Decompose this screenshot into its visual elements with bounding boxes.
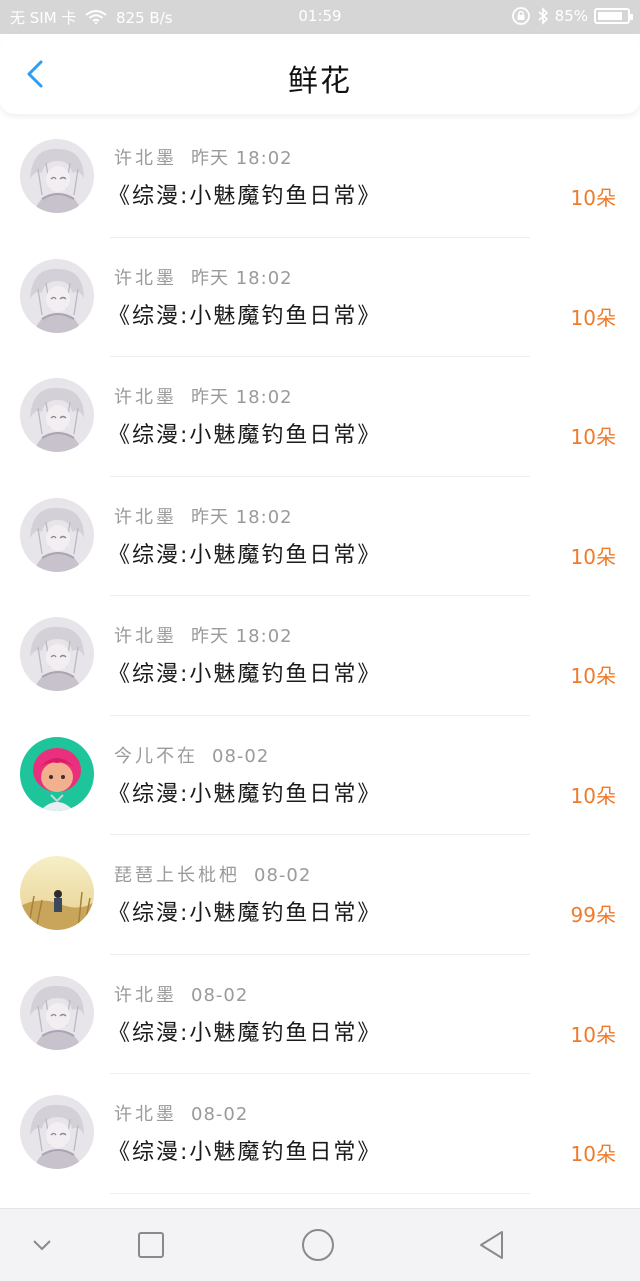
avatar[interactable] <box>20 497 94 572</box>
flower-count: 10朵 <box>570 783 616 808</box>
avatar[interactable] <box>20 856 94 930</box>
book-title: 《综漫:小魅魔钓鱼日常》 <box>108 1140 382 1165</box>
flower-count: 99朵 <box>570 903 616 927</box>
sender-name: 许北墨 <box>114 1104 177 1125</box>
circle-icon <box>302 1229 334 1261</box>
nav-home-button[interactable] <box>300 1227 336 1263</box>
triangle-back-icon <box>480 1231 503 1259</box>
list-item[interactable]: 许北墨 08-02 《综漫:小魅魔钓鱼日常》 10朵 <box>0 955 640 1074</box>
sender-line: 许北墨 昨天 18:02 <box>114 622 293 648</box>
book-title: 《综漫:小魅魔钓鱼日常》 <box>108 781 382 807</box>
sent-time: 昨天 18:02 <box>191 626 293 647</box>
book-title: 《综漫:小魅魔钓鱼日常》 <box>108 662 382 687</box>
avatar[interactable] <box>20 736 94 811</box>
sender-name: 许北墨 <box>114 984 177 1006</box>
sent-time: 08-02 <box>254 865 312 886</box>
flower-count: 10朵 <box>570 1022 616 1047</box>
avatar[interactable] <box>20 258 94 333</box>
list-item[interactable]: 许北墨 昨天 18:02 《综漫:小魅魔钓鱼日常》 10朵 <box>0 596 640 716</box>
list-item[interactable]: 琵琶上长枇杷 08-02 《综漫:小魅魔钓鱼日常》 99朵 <box>0 835 640 955</box>
list-item[interactable]: 许北墨 昨天 18:02 《综漫:小魅魔钓鱼日常》 10朵 <box>0 238 640 357</box>
sender-name: 许北墨 <box>114 506 177 528</box>
battery-level <box>598 12 622 20</box>
sent-time: 08-02 <box>191 1104 249 1125</box>
flower-count: 10朵 <box>570 544 616 569</box>
sent-time: 08-02 <box>212 745 270 767</box>
sent-time: 昨天 18:02 <box>191 387 293 408</box>
battery-percent: 85% <box>554 7 588 25</box>
chevron-down-icon <box>33 1240 51 1251</box>
battery-icon <box>594 8 633 24</box>
status-bar: 无 SIM 卡 825 B/s 01:59 85% <box>0 0 640 34</box>
book-title: 《综漫:小魅魔钓鱼日常》 <box>108 1020 382 1046</box>
list-item[interactable]: 今儿不在 08-02 《综漫:小魅魔钓鱼日常》 10朵 <box>0 716 640 835</box>
sent-time: 08-02 <box>191 984 249 1006</box>
sender-line: 许北墨 昨天 18:02 <box>114 503 293 529</box>
sender-line: 琵琶上长枇杷 08-02 <box>114 861 311 887</box>
flower-count: 10朵 <box>570 664 616 688</box>
sender-name: 今儿不在 <box>114 745 198 767</box>
sender-line: 许北墨 08-02 <box>114 981 248 1007</box>
status-right: 85% <box>511 6 633 26</box>
sender-name: 许北墨 <box>114 387 177 408</box>
book-title: 《综漫:小魅魔钓鱼日常》 <box>108 184 382 209</box>
book-title: 《综漫:小魅魔钓鱼日常》 <box>108 901 382 926</box>
avatar[interactable] <box>20 617 94 691</box>
avatar[interactable] <box>20 139 94 213</box>
sender-line: 许北墨 昨天 18:02 <box>114 144 293 170</box>
header: 鲜花 <box>0 34 640 114</box>
list-item[interactable]: 许北墨 昨天 18:02 《综漫:小魅魔钓鱼日常》 10朵 <box>0 477 640 596</box>
sender-name: 许北墨 <box>114 148 177 169</box>
sender-name: 琵琶上长枇杷 <box>114 865 240 886</box>
book-title: 《综漫:小魅魔钓鱼日常》 <box>108 542 382 568</box>
list-item[interactable]: 许北墨 08-02 《综漫:小魅魔钓鱼日常》 10朵 <box>0 1074 640 1194</box>
nav-hide-button[interactable] <box>24 1227 60 1263</box>
lock-rotation-icon <box>511 7 530 25</box>
bluetooth-icon <box>538 7 548 25</box>
book-title: 《综漫:小魅魔钓鱼日常》 <box>108 423 382 448</box>
divider <box>110 1192 530 1194</box>
navigation-bar <box>0 1208 640 1281</box>
sent-time: 昨天 18:02 <box>191 506 293 528</box>
list-item[interactable]: 许北墨 昨天 18:02 《综漫:小魅魔钓鱼日常》 10朵 <box>0 357 640 477</box>
avatar[interactable] <box>20 975 94 1050</box>
nav-back-button[interactable] <box>474 1227 510 1263</box>
book-title: 《综漫:小魅魔钓鱼日常》 <box>108 303 382 329</box>
flower-count: 10朵 <box>570 425 616 449</box>
flower-record-list: 许北墨 昨天 18:02 《综漫:小魅魔钓鱼日常》 10朵 许北墨 昨天 18:02 《综漫… <box>0 118 640 1194</box>
flower-count: 10朵 <box>570 186 616 210</box>
page-title: 鲜花 <box>288 64 352 99</box>
sender-line: 今儿不在 08-02 <box>114 742 269 768</box>
flower-count: 10朵 <box>570 305 616 330</box>
sender-name: 许北墨 <box>114 267 177 289</box>
avatar[interactable] <box>20 378 94 452</box>
sender-line: 许北墨 昨天 18:02 <box>114 383 293 409</box>
list-item[interactable]: 许北墨 昨天 18:02 《综漫:小魅魔钓鱼日常》 10朵 <box>0 118 640 238</box>
sender-name: 许北墨 <box>114 626 177 647</box>
sender-line: 许北墨 08-02 <box>114 1100 248 1126</box>
sender-line: 许北墨 昨天 18:02 <box>114 264 293 290</box>
square-icon <box>138 1232 164 1258</box>
avatar[interactable] <box>20 1095 94 1169</box>
nav-recents-button[interactable] <box>133 1227 169 1263</box>
flower-count: 10朵 <box>570 1142 616 1166</box>
sent-time: 昨天 18:02 <box>191 267 293 289</box>
sent-time: 昨天 18:02 <box>191 148 293 169</box>
